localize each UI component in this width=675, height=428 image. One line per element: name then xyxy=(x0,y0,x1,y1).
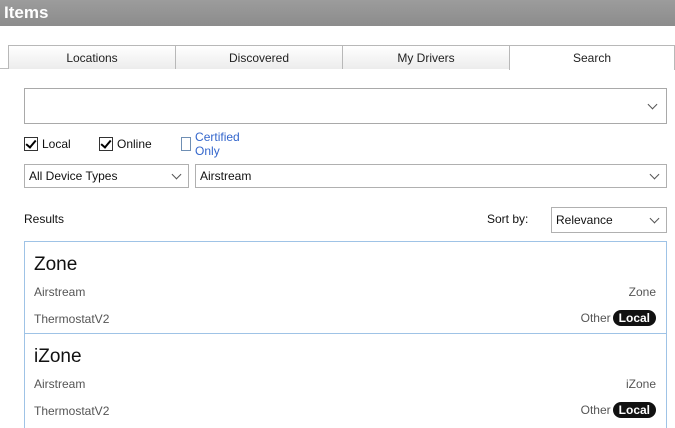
results-list: Zone Airstream ThermostatV2 Zone Other L… xyxy=(24,241,667,428)
sort-select-value: Relevance xyxy=(556,213,613,227)
result-manufacturer: Airstream xyxy=(34,285,86,299)
checkmark-icon xyxy=(100,137,112,149)
certified-only-checkbox-box[interactable] xyxy=(181,137,192,151)
result-category: Other Local xyxy=(581,310,656,326)
result-type: iZone xyxy=(625,377,656,391)
online-checkbox-label: Online xyxy=(117,137,152,151)
result-item[interactable]: iZone Airstream ThermostatV2 iZone Other… xyxy=(25,333,666,424)
result-category: Other Local xyxy=(581,402,656,418)
certified-only-checkbox[interactable]: Certified Only xyxy=(181,130,244,158)
local-badge: Local xyxy=(612,310,656,326)
results-label: Results xyxy=(24,212,65,226)
certified-only-checkbox-label: Certified Only xyxy=(195,130,240,158)
result-category-label: Other xyxy=(580,403,611,417)
chevron-down-icon[interactable] xyxy=(171,169,182,180)
result-name: iZone xyxy=(34,346,82,367)
result-name: Zone xyxy=(34,254,78,275)
local-checkbox[interactable]: Local xyxy=(24,136,71,152)
device-type-select[interactable]: All Device Types xyxy=(24,164,189,188)
chevron-down-icon[interactable] xyxy=(647,99,658,110)
chevron-down-icon[interactable] xyxy=(649,169,660,180)
result-model: ThermostatV2 xyxy=(34,312,110,326)
tab-locations[interactable]: Locations xyxy=(8,45,176,69)
sort-select[interactable]: Relevance xyxy=(551,207,667,233)
online-checkbox[interactable]: Online xyxy=(99,136,152,152)
tab-search[interactable]: Search xyxy=(509,45,675,70)
window-title: Items xyxy=(0,0,675,26)
manufacturer-select[interactable]: Airstream xyxy=(195,164,667,188)
result-manufacturer: Airstream xyxy=(34,377,86,391)
sort-by-label: Sort by: xyxy=(487,212,529,226)
manufacturer-select-value: Airstream xyxy=(200,169,252,183)
chevron-down-icon[interactable] xyxy=(649,213,660,224)
checkmark-icon xyxy=(25,137,37,149)
result-model: ThermostatV2 xyxy=(34,404,110,418)
search-input[interactable] xyxy=(24,88,667,124)
result-item[interactable]: Zone Airstream ThermostatV2 Zone Other L… xyxy=(25,242,666,333)
device-type-select-value: All Device Types xyxy=(29,169,118,183)
tab-discovered[interactable]: Discovered xyxy=(175,45,343,69)
result-category-label: Other xyxy=(580,311,611,325)
local-checkbox-label: Local xyxy=(42,137,71,151)
online-checkbox-box[interactable] xyxy=(99,137,113,151)
tab-my-drivers[interactable]: My Drivers xyxy=(342,45,510,69)
result-type: Zone xyxy=(628,285,656,299)
local-checkbox-box[interactable] xyxy=(24,137,38,151)
tab-bar: Locations Discovered My Drivers Search xyxy=(0,45,675,70)
local-badge: Local xyxy=(612,402,656,418)
